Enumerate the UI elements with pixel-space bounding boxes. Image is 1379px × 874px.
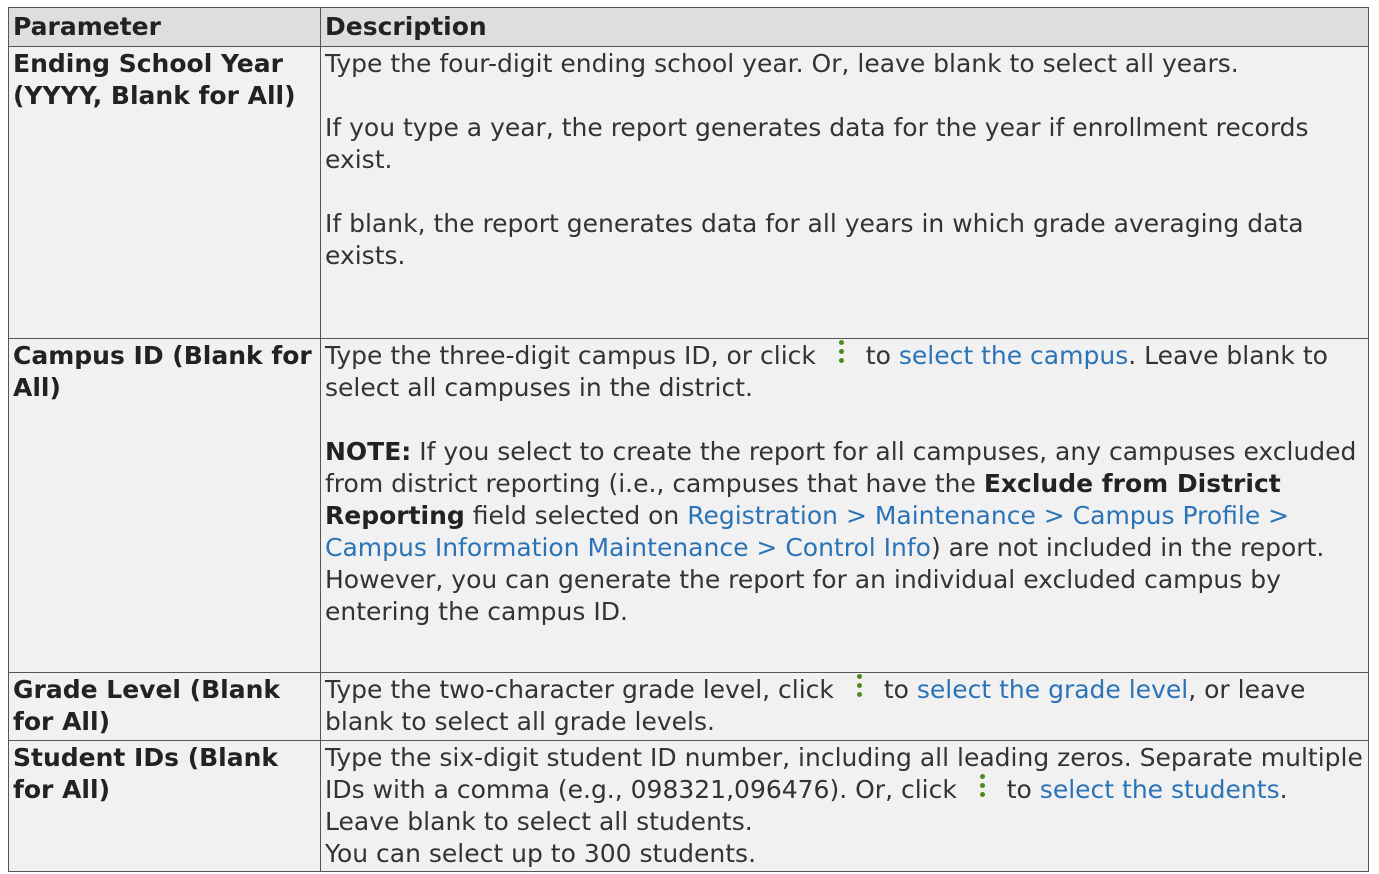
kebab-lookup-icon[interactable] (828, 340, 854, 366)
description-cell: Type the two-character grade level, clic… (320, 672, 1369, 741)
param-campus-id: Campus ID (Blank for All) (8, 338, 321, 673)
parameters-table: Parameter Description Ending School Year… (8, 7, 1369, 872)
param-grade-level: Grade Level (Blank for All) (8, 672, 321, 741)
description-cell: Type the four-digit ending school year. … (320, 46, 1369, 339)
table-row: Ending School Year (YYYY, Blank for All)… (8, 46, 1369, 339)
description-cell: Type the six-digit student ID number, in… (320, 740, 1369, 872)
select-campus-link[interactable]: select the campus (899, 341, 1128, 370)
description-paragraph: You can select up to 300 students. (325, 839, 757, 868)
header-parameter: Parameter (8, 7, 321, 47)
text: field selected on (464, 501, 688, 530)
text: to (883, 675, 909, 704)
table-header-row: Parameter Description (8, 7, 1369, 47)
description-paragraph: If you type a year, the report generates… (325, 113, 1309, 174)
table-row: Grade Level (Blank for All) Type the two… (8, 672, 1369, 741)
text: to (865, 341, 891, 370)
description-paragraph: Type the four-digit ending school year. … (325, 49, 1239, 78)
note-label: NOTE: (325, 437, 412, 466)
note-paragraph: NOTE: If you select to create the report… (325, 436, 1364, 628)
param-student-ids: Student IDs (Blank for All) (8, 740, 321, 872)
text: Type the two-character grade level, clic… (325, 675, 834, 704)
description-paragraph: If blank, the report generates data for … (325, 209, 1304, 270)
param-ending-school-year: Ending School Year (YYYY, Blank for All) (8, 46, 321, 339)
description-paragraph: Type the three-digit campus ID, or click… (325, 340, 1364, 404)
kebab-lookup-icon[interactable] (969, 774, 995, 800)
header-description: Description (320, 7, 1369, 47)
text: to (1006, 775, 1032, 804)
description-paragraph: Type the two-character grade level, clic… (325, 674, 1364, 738)
kebab-lookup-icon[interactable] (846, 674, 872, 700)
text: Type the three-digit campus ID, or click (325, 341, 816, 370)
select-grade-level-link[interactable]: select the grade level (917, 675, 1188, 704)
table-row: Student IDs (Blank for All) Type the six… (8, 740, 1369, 872)
table-row: Campus ID (Blank for All) Type the three… (8, 338, 1369, 673)
description-cell: Type the three-digit campus ID, or click… (320, 338, 1369, 673)
select-students-link[interactable]: select the students (1040, 775, 1280, 804)
description-paragraph: Type the six-digit student ID number, in… (325, 742, 1364, 838)
